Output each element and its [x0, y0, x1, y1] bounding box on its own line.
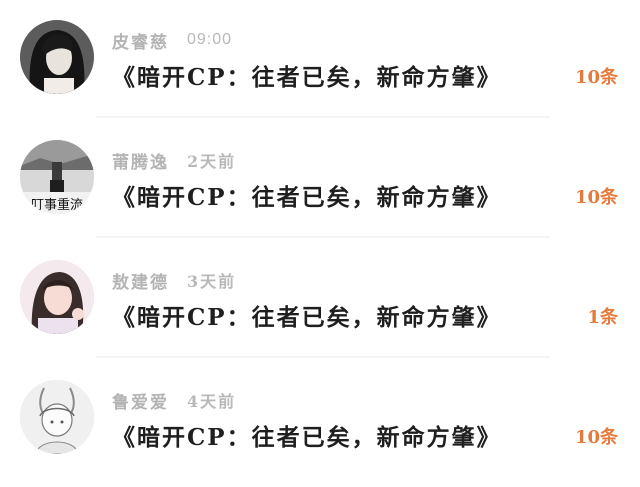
- avatar[interactable]: 叮事重流: [20, 140, 94, 214]
- message-time: 3天前: [187, 272, 237, 291]
- message-title[interactable]: 《暗开CP：往者已矣，新命方肇》: [112, 178, 502, 212]
- avatar-image: [20, 260, 94, 334]
- sender-name: 皮睿慈: [112, 32, 169, 53]
- message-meta: 皮睿慈 09:00: [112, 29, 233, 53]
- list-item[interactable]: 叮事重流 莆腾逸 2天前 《暗开CP：往者已矣，新命方肇》 10条: [0, 120, 640, 240]
- message-count: 10条: [574, 67, 618, 88]
- sender-name: 莆腾逸: [112, 152, 169, 173]
- list-item[interactable]: 敖建德 3天前 《暗开CP：往者已矣，新命方肇》 1条: [0, 240, 640, 360]
- divider: [96, 116, 550, 118]
- avatar[interactable]: [20, 380, 94, 454]
- message-count: 10条: [574, 427, 618, 448]
- list-item[interactable]: 皮睿慈 09:00 《暗开CP：往者已矣，新命方肇》 10条: [0, 0, 640, 120]
- avatar-image: [20, 20, 94, 94]
- message-list: 皮睿慈 09:00 《暗开CP：往者已矣，新命方肇》 10条 叮事重流 莆腾逸 …: [0, 0, 640, 487]
- divider: [96, 236, 550, 238]
- avatar[interactable]: [20, 20, 94, 94]
- message-meta: 敖建德 3天前: [112, 269, 237, 293]
- avatar[interactable]: [20, 260, 94, 334]
- message-title[interactable]: 《暗开CP：往者已矣，新命方肇》: [112, 58, 502, 92]
- message-time: 09:00: [187, 31, 233, 48]
- sender-name: 敖建德: [112, 272, 169, 293]
- divider: [96, 356, 550, 358]
- message-count: 1条: [587, 307, 618, 328]
- message-meta: 鲁爱爱 4天前: [112, 389, 237, 413]
- message-title[interactable]: 《暗开CP：往者已矣，新命方肇》: [112, 298, 502, 332]
- message-count: 10条: [574, 187, 618, 208]
- avatar-caption: 叮事重流: [31, 197, 83, 213]
- message-title[interactable]: 《暗开CP：往者已矣，新命方肇》: [112, 418, 502, 452]
- message-time: 2天前: [187, 152, 237, 171]
- avatar-image: 叮事重流: [20, 140, 94, 214]
- list-item[interactable]: 鲁爱爱 4天前 《暗开CP：往者已矣，新命方肇》 10条: [0, 360, 640, 480]
- sender-name: 鲁爱爱: [112, 392, 169, 413]
- message-time: 4天前: [187, 392, 237, 411]
- message-meta: 莆腾逸 2天前: [112, 149, 237, 173]
- avatar-image: [20, 380, 94, 454]
